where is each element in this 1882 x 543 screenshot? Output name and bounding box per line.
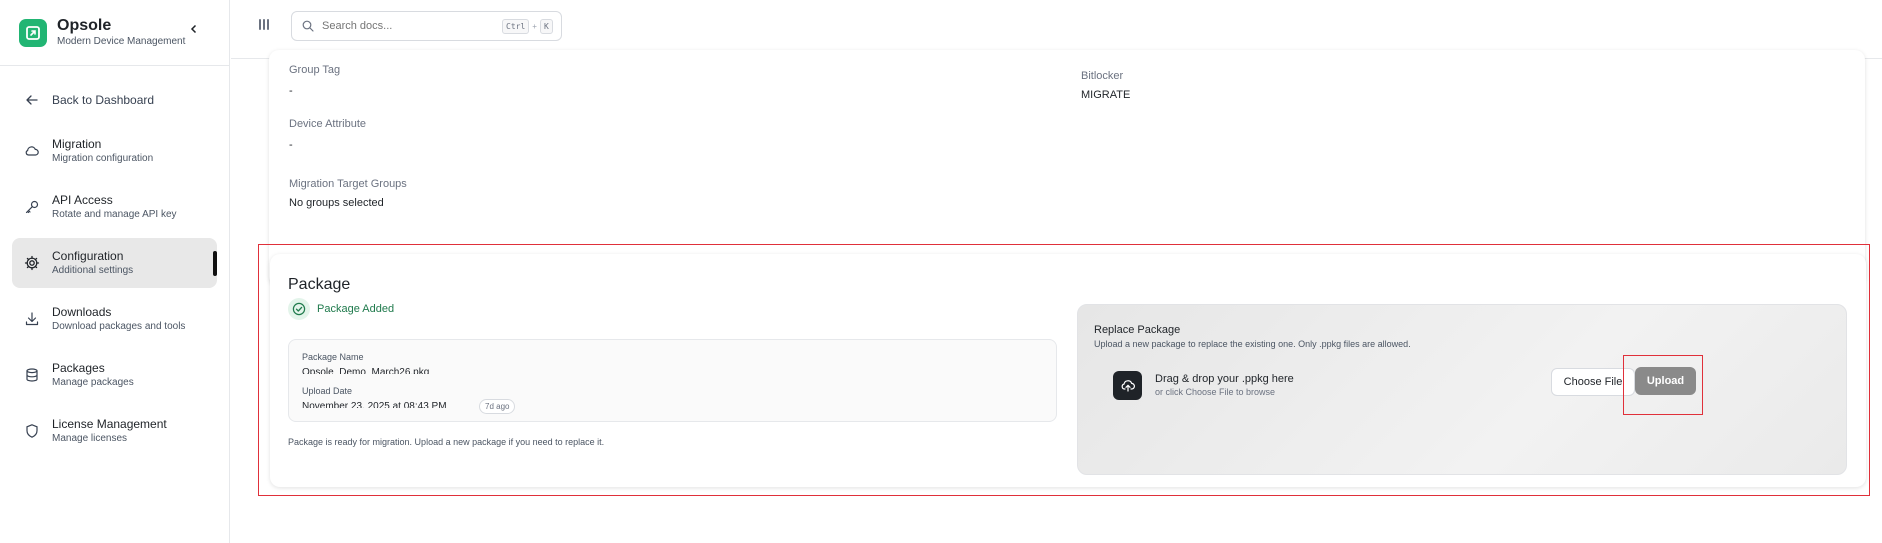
arrow-left-icon [24, 92, 40, 108]
sidebar-item-subtitle: Download packages and tools [52, 321, 186, 332]
chevron-left-icon [190, 24, 197, 34]
opsole-logo-icon [19, 18, 47, 47]
package-status-text: Package Added [317, 303, 395, 315]
sidebar-item-title: Packages [52, 361, 105, 375]
upload-age-badge: 7d ago [479, 399, 516, 414]
sidebar-item-title: Downloads [52, 305, 112, 319]
sidebar-item-api-access[interactable]: API Access Rotate and manage API key [12, 182, 217, 232]
drop-zone-title: Drag & drop your .ppkg here [1155, 373, 1294, 385]
check-circle-icon [288, 298, 310, 320]
back-label: Back to Dashboard [52, 93, 155, 107]
device-attribute-label: Device Attribute [289, 118, 367, 130]
target-groups-label: Migration Target Groups [289, 178, 407, 190]
device-attribute-value: - [289, 139, 293, 151]
package-name-value: Opsole_Demo_March26.pkg [302, 367, 430, 374]
sidebar-item-configuration[interactable]: Configuration Additional settings [12, 238, 217, 288]
sidebar-item-title: Migration [52, 137, 102, 151]
shortcut-plus: + [532, 21, 537, 31]
package-card: Package Package Added Package Name Opsol… [270, 254, 1866, 487]
drop-zone-subtitle: or click Choose File to browse [1155, 387, 1276, 397]
sidebar-item-downloads[interactable]: Downloads Download packages and tools [12, 294, 217, 344]
cloud-upload-icon [1113, 370, 1142, 400]
sidebar-item-subtitle: Rotate and manage API key [52, 209, 177, 220]
shortcut-key-ctrl: Ctrl [502, 18, 530, 34]
sidebar-item-title: License Management [52, 417, 167, 431]
search-input[interactable] [322, 20, 502, 32]
upload-date-value: November 23, 2025 at 08:43 PM [302, 401, 447, 408]
bitlocker-value: MIGRATE [1081, 89, 1131, 101]
file-drop-zone[interactable]: Drag & drop your .ppkg here or click Cho… [1094, 365, 1832, 405]
replace-package-subtitle: Upload a new package to replace the exis… [1094, 339, 1411, 349]
main-content: Group Tag - Bitlocker MIGRATE Device Att… [231, 50, 1882, 543]
sidebar-nav: Back to Dashboard Migration Migration co… [0, 66, 229, 456]
group-tag-label: Group Tag [289, 64, 341, 76]
gear-icon [24, 255, 40, 271]
package-info-box: Package Name Opsole_Demo_March26.pkg Upl… [288, 339, 1057, 422]
bitlocker-label: Bitlocker [1081, 70, 1124, 82]
brand-header: Opsole Modern Device Management [0, 0, 229, 66]
sidebar-item-title: API Access [52, 193, 113, 207]
upload-date-label: Upload Date [302, 386, 353, 396]
app-name: Opsole [57, 17, 112, 34]
search-box[interactable]: Ctrl + K [291, 11, 562, 41]
package-title: Package [288, 276, 351, 293]
sidebar-item-subtitle: Additional settings [52, 265, 134, 276]
key-icon [24, 199, 40, 215]
collapse-sidebar-button[interactable] [187, 22, 201, 36]
back-to-dashboard-link[interactable]: Back to Dashboard [0, 80, 229, 120]
shield-icon [24, 423, 40, 439]
database-icon [24, 367, 40, 383]
sidebar-item-subtitle: Manage licenses [52, 433, 128, 444]
download-icon [24, 311, 40, 327]
sidebar-item-license-management[interactable]: License Management Manage licenses [12, 406, 217, 456]
shortcut-key-k: K [539, 18, 553, 34]
app-tagline: Modern Device Management [57, 36, 186, 47]
sidebar-item-subtitle: Manage packages [52, 377, 134, 388]
sidebar-item-migration[interactable]: Migration Migration configuration [12, 126, 217, 176]
target-groups-value: No groups selected [289, 197, 384, 209]
replace-package-title: Replace Package [1094, 324, 1181, 336]
package-status: Package Added [288, 298, 394, 320]
group-tag-value: - [289, 85, 293, 97]
search-icon [302, 20, 314, 32]
sidebar-item-title: Configuration [52, 249, 124, 263]
package-name-label: Package Name [302, 352, 364, 362]
upload-button[interactable]: Upload [1635, 367, 1696, 395]
package-footer-note: Package is ready for migration. Upload a… [288, 437, 605, 447]
sidebar: Opsole Modern Device Management Back to … [0, 0, 230, 543]
sidebar-item-packages[interactable]: Packages Manage packages [12, 350, 217, 400]
replace-package-panel: Replace Package Upload a new package to … [1077, 304, 1847, 475]
cloud-icon [24, 143, 40, 159]
panel-toggle-button[interactable] [259, 19, 273, 33]
sidebar-item-subtitle: Migration configuration [52, 153, 154, 164]
